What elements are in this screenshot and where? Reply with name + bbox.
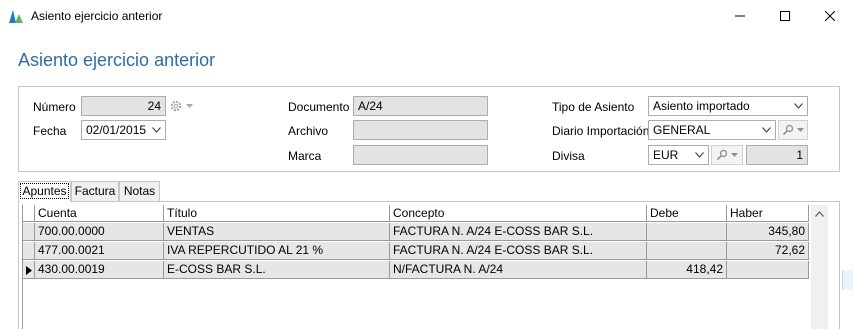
title-bar: Asiento ejercicio anterior [0, 0, 853, 31]
marca-label: Marca [288, 149, 322, 163]
divisa-value: EUR [653, 148, 679, 162]
minimize-button[interactable] [717, 0, 763, 31]
page-title: Asiento ejercicio anterior [18, 50, 216, 70]
scroll-up-button[interactable] [811, 205, 828, 222]
archivo-field[interactable] [353, 120, 488, 140]
documento-label: Documento [288, 100, 350, 114]
grid-vertical-scrollbar[interactable] [811, 205, 828, 329]
search-icon [782, 124, 794, 136]
fecha-date-picker[interactable]: 02/01/2015 [81, 120, 166, 140]
window-title: Asiento ejercicio anterior [31, 9, 163, 23]
search-icon [716, 149, 728, 161]
cell-concepto[interactable]: N/FACTURA N. A/24 [390, 261, 647, 279]
close-button[interactable] [807, 0, 853, 31]
diario-importacion-select[interactable]: GENERAL [648, 120, 776, 140]
cell-debe[interactable] [647, 242, 727, 260]
chevron-down-icon [731, 152, 738, 157]
fecha-label: Fecha [33, 124, 67, 138]
cell-titulo[interactable]: IVA REPERCUTIDO AL 21 % [164, 242, 390, 260]
row-indicator[interactable] [23, 242, 35, 260]
divisa-label: Divisa [552, 149, 585, 163]
tab-apuntes[interactable]: Apuntes [18, 181, 71, 202]
chevron-down-icon[interactable] [148, 121, 165, 139]
gear-icon [170, 100, 182, 112]
documento-field[interactable]: A/24 [353, 96, 488, 116]
table-row[interactable]: 477.00.0021 IVA REPERCUTIDO AL 21 % FACT… [23, 242, 809, 260]
table-row-current[interactable]: 430.00.0019 E-COSS BAR S.L. N/FACTURA N.… [23, 261, 809, 279]
close-icon [825, 10, 835, 21]
diario-importacion-value: GENERAL [653, 123, 711, 137]
chevron-down-icon[interactable] [790, 97, 807, 115]
column-header-titulo[interactable]: Título [164, 205, 390, 222]
marca-field[interactable] [353, 145, 488, 165]
row-indicator-header [23, 205, 35, 222]
side-edge-strip [842, 270, 853, 290]
grid-header: Cuenta Título Concepto Debe Haber [23, 205, 809, 222]
tipo-asiento-label: Tipo de Asiento [552, 100, 635, 114]
divisa-select[interactable]: EUR [648, 145, 709, 165]
cell-cuenta[interactable]: 430.00.0019 [35, 261, 164, 279]
tipo-cambio-field[interactable]: 1 [746, 145, 808, 165]
numero-field[interactable]: 24 [81, 96, 166, 116]
maximize-button[interactable] [762, 0, 808, 31]
maximize-icon [780, 10, 790, 21]
minimize-icon [735, 15, 745, 16]
diario-search-button[interactable] [778, 120, 808, 140]
app-logo-icon [8, 8, 24, 24]
tab-notas[interactable]: Notas [119, 181, 160, 201]
chevron-down-icon[interactable] [691, 146, 708, 164]
chevron-down-icon[interactable] [758, 121, 775, 139]
cell-debe[interactable] [647, 223, 727, 241]
column-header-debe[interactable]: Debe [647, 205, 727, 222]
diario-importacion-label: Diario Importación [552, 124, 650, 138]
column-header-haber[interactable]: Haber [727, 205, 809, 222]
cell-debe[interactable]: 418,42 [647, 261, 727, 279]
tipo-asiento-select[interactable]: Asiento importado [648, 96, 808, 116]
cell-haber[interactable]: 345,80 [727, 223, 809, 241]
cell-titulo[interactable]: VENTAS [164, 223, 390, 241]
cell-haber[interactable] [727, 261, 809, 279]
divisa-search-button[interactable] [711, 145, 743, 165]
chevron-down-icon [186, 103, 193, 108]
cell-haber[interactable]: 72,62 [727, 242, 809, 260]
numero-settings-button[interactable] [169, 97, 197, 115]
archivo-label: Archivo [288, 124, 329, 138]
tab-factura[interactable]: Factura [71, 181, 119, 201]
chevron-up-icon [815, 210, 824, 217]
cell-titulo[interactable]: E-COSS BAR S.L. [164, 261, 390, 279]
cell-cuenta[interactable]: 700.00.0000 [35, 223, 164, 241]
cell-concepto[interactable]: FACTURA N. A/24 E-COSS BAR S.L. [390, 223, 647, 241]
numero-label: Número [33, 100, 76, 114]
column-header-cuenta[interactable]: Cuenta [35, 205, 164, 222]
current-row-arrow-icon [25, 265, 32, 275]
fecha-value: 02/01/2015 [86, 123, 147, 137]
column-header-concepto[interactable]: Concepto [390, 205, 647, 222]
current-row-indicator[interactable] [23, 261, 35, 279]
chevron-down-icon [797, 127, 804, 132]
apuntes-grid: Cuenta Título Concepto Debe Haber 700.00… [22, 205, 809, 329]
tipo-asiento-value: Asiento importado [653, 99, 750, 113]
cell-concepto[interactable]: FACTURA N. A/24 E-COSS BAR S.L. [390, 242, 647, 260]
cell-cuenta[interactable]: 477.00.0021 [35, 242, 164, 260]
row-indicator[interactable] [23, 223, 35, 241]
table-row[interactable]: 700.00.0000 VENTAS FACTURA N. A/24 E-COS… [23, 223, 809, 241]
